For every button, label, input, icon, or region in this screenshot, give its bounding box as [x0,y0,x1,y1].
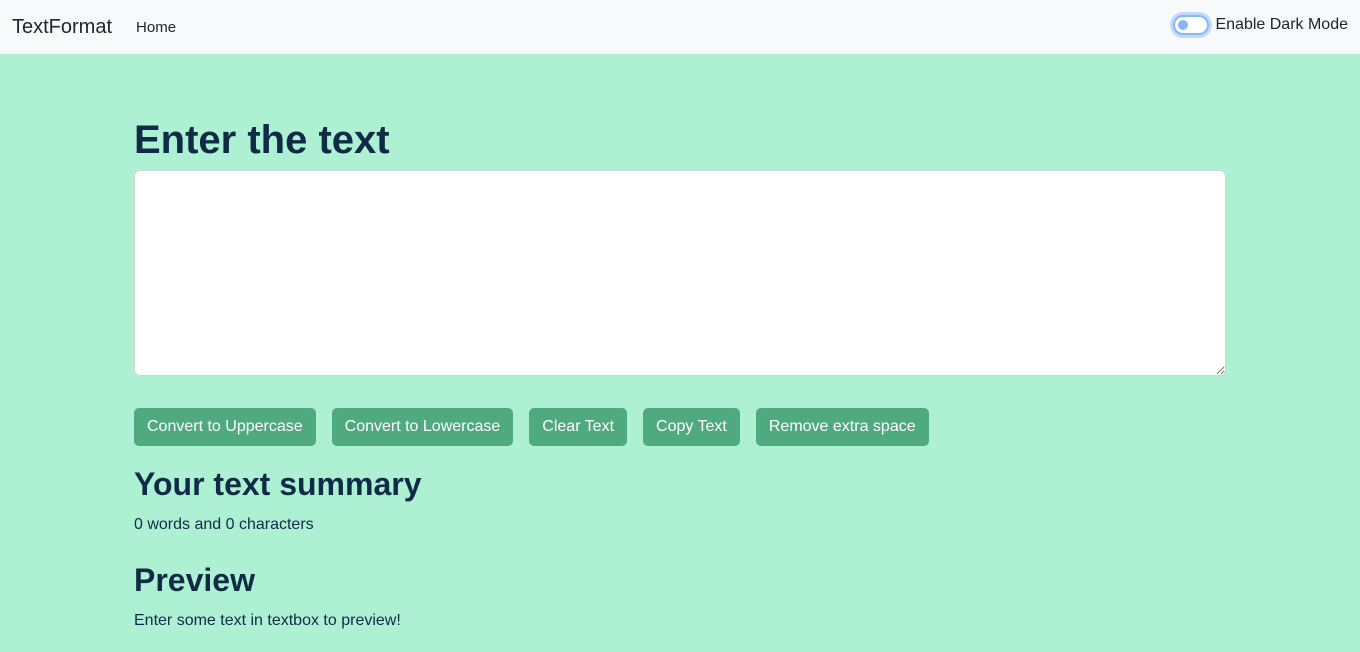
page-title: Enter the text [134,118,390,162]
navbar: TextFormat Home Enable Dark Mode [0,0,1360,54]
lowercase-button[interactable]: Convert to Lowercase [331,408,514,446]
preview-text: Enter some text in textbox to preview! [134,612,401,629]
nav-link-home[interactable]: Home [136,20,176,35]
clear-text-button[interactable]: Clear Text [529,408,628,446]
copy-text-button[interactable]: Copy Text [643,408,740,446]
preview-heading: Preview [134,562,255,598]
uppercase-button[interactable]: Convert to Uppercase [134,408,316,446]
text-input[interactable] [134,170,1226,376]
summary-text: 0 words and 0 characters [134,516,314,533]
switch-knob-icon [1178,20,1189,30]
main-container: Enter the text Convert to Uppercase Conv… [134,54,1226,631]
remove-extra-space-button[interactable]: Remove extra space [755,408,929,446]
dark-mode-toggle-group: Enable Dark Mode [1173,15,1348,35]
summary-heading: Your text summary [134,466,422,502]
dark-mode-label[interactable]: Enable Dark Mode [1215,16,1348,34]
action-buttons: Convert to Uppercase Convert to Lowercas… [134,408,1226,446]
brand-link[interactable]: TextFormat [12,17,112,37]
dark-mode-switch[interactable] [1173,15,1210,35]
